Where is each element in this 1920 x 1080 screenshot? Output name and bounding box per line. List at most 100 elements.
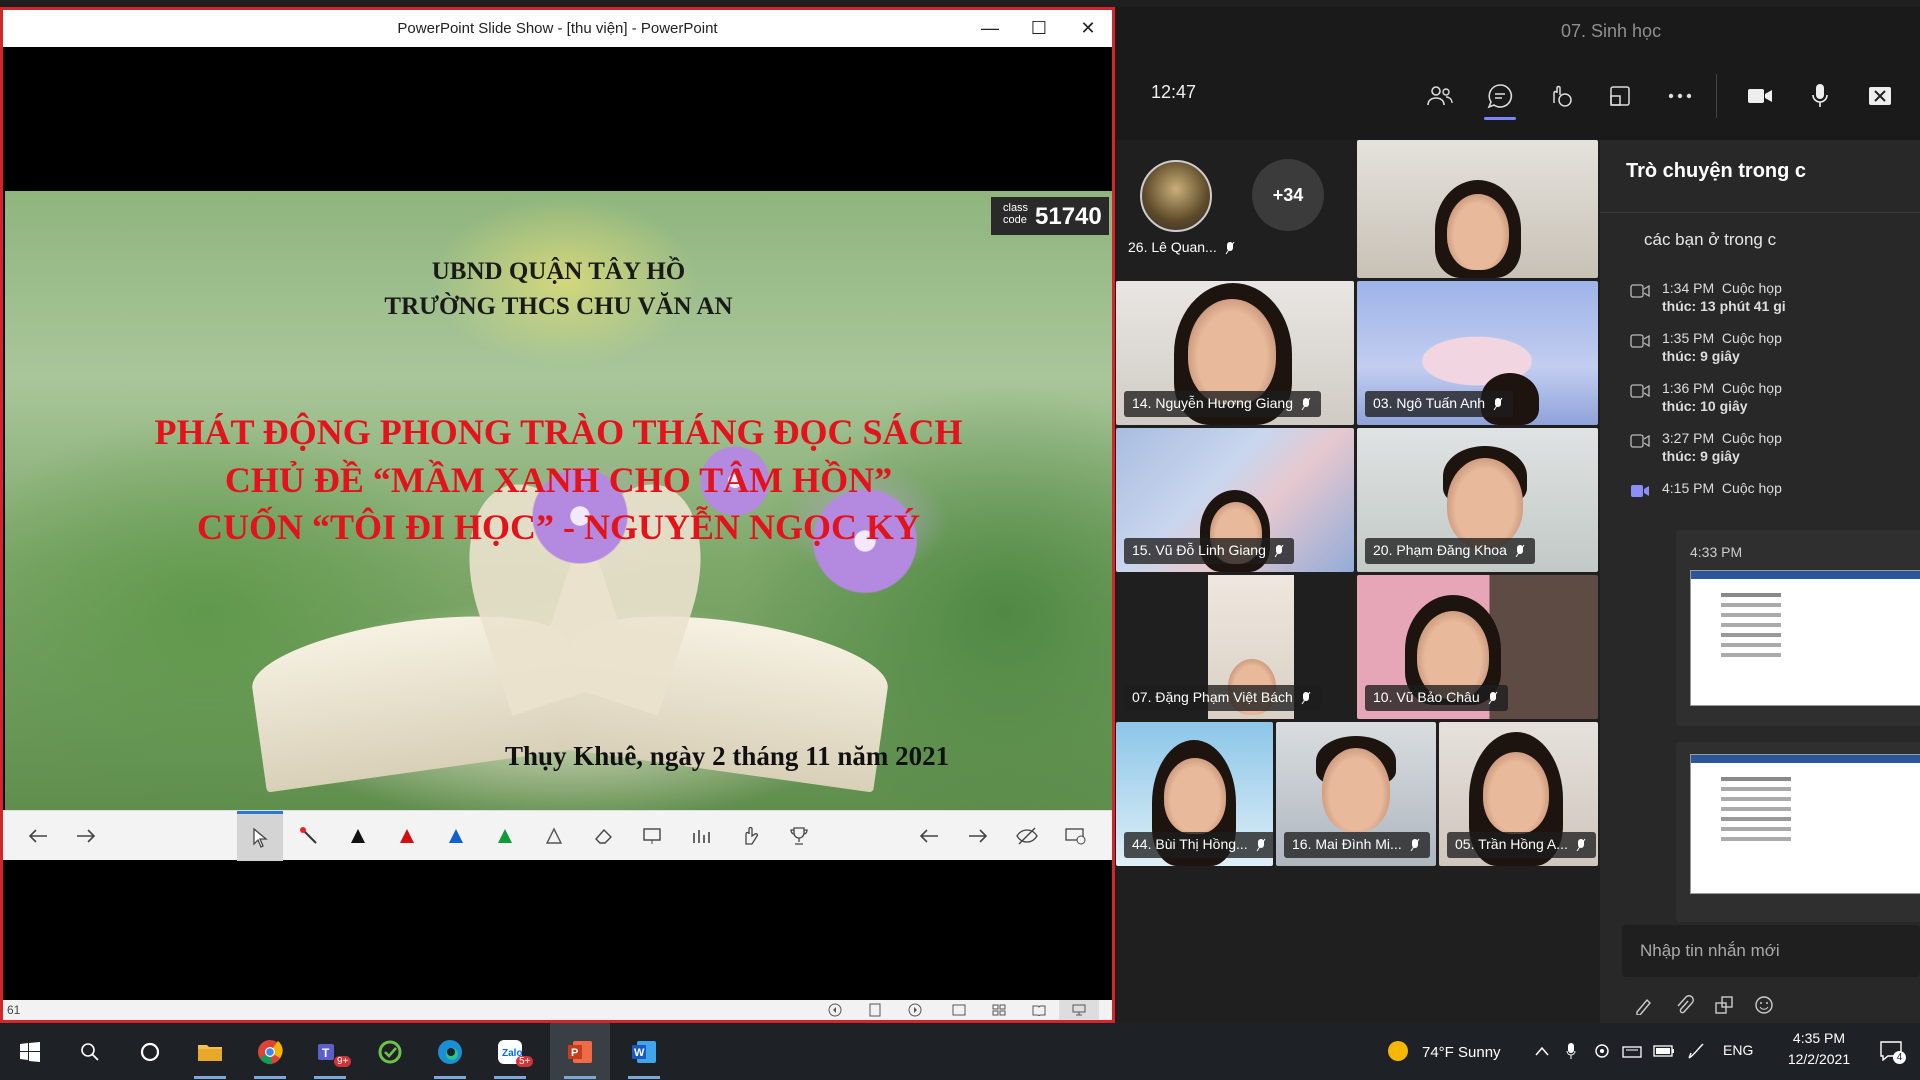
taskbar-edge[interactable]: [420, 1023, 480, 1080]
webcam-icon: [1595, 1044, 1609, 1058]
status-notes-button[interactable]: [855, 1000, 895, 1020]
slideshow-view-button[interactable]: [1059, 1000, 1099, 1020]
video-tile[interactable]: 14. Nguyễn Hương Giang: [1116, 281, 1354, 425]
screenshot-thumbnail[interactable]: [1690, 754, 1920, 894]
tray-mic[interactable]: [1562, 1039, 1580, 1063]
breakout-rooms-button[interactable]: [1594, 70, 1646, 122]
tray-pen[interactable]: [1684, 1039, 1708, 1063]
laser-pointer-button[interactable]: [286, 811, 332, 861]
message-input[interactable]: Nhập tin nhắn mới: [1622, 925, 1920, 977]
notifications-button[interactable]: 4: [1876, 1038, 1906, 1064]
previous-slide-button[interactable]: [15, 811, 61, 861]
language-indicator[interactable]: ENG: [1723, 1042, 1753, 1058]
chat-message-bubble[interactable]: [1676, 742, 1920, 922]
meeting-event: 1:36 PM Cuộc họp thúc: 10 giây: [1630, 380, 1920, 422]
clock[interactable]: 4:35 PM 12/2/2021: [1778, 1028, 1860, 1070]
highlighter-button[interactable]: [531, 811, 577, 861]
more-actions-button[interactable]: [1654, 70, 1706, 122]
windows-taskbar: T 9+ Zalo 5+ P W 74°F Sunny ENG 4:35 PM 12/…: [0, 1023, 1920, 1080]
format-button[interactable]: [1624, 988, 1664, 1022]
trophy-button[interactable]: [776, 811, 822, 861]
attach-button[interactable]: [1664, 988, 1704, 1022]
slide-canvas[interactable]: UBND QUẬN TÂY HỒ TRƯỜNG THCS CHU VĂN AN …: [5, 191, 1112, 811]
video-tile[interactable]: 03. Ngô Tuấn Anh: [1357, 281, 1598, 425]
share-tray-button[interactable]: [1854, 70, 1906, 122]
pen-black-button[interactable]: [335, 811, 381, 861]
teams-notification-badge: 9+: [334, 1056, 352, 1067]
more-participants-count[interactable]: +34: [1252, 159, 1324, 231]
taskbar-zalo[interactable]: Zalo 5+: [480, 1023, 540, 1080]
powerpoint-window: PowerPoint Slide Show - [thu viện] - Pow…: [0, 7, 1115, 1023]
next-slide-button[interactable]: [63, 811, 109, 861]
event-time: 1:35 PM Cuộc họp: [1662, 330, 1782, 346]
tray-network[interactable]: [1620, 1039, 1644, 1063]
search-button[interactable]: [60, 1023, 120, 1080]
video-tile[interactable]: 07. Đặng Phạm Việt Bách: [1116, 575, 1354, 719]
message-input-placeholder: Nhập tin nhắn mới: [1640, 941, 1780, 960]
powerpoint-status-bar: 61: [3, 1000, 1112, 1020]
screenshot-thumbnail[interactable]: [1690, 570, 1920, 706]
video-tile[interactable]: 20. Phạm Đăng Khoa: [1357, 428, 1598, 572]
class-code-value: 51740: [1035, 203, 1102, 230]
video-tile[interactable]: 05. Trần Hồng A...: [1439, 722, 1598, 866]
start-button[interactable]: [0, 1023, 60, 1080]
taskbar-word[interactable]: W: [614, 1023, 674, 1080]
reading-view-button[interactable]: [1019, 1000, 1059, 1020]
powerpoint-icon: P: [568, 1040, 592, 1063]
loop-button[interactable]: [1704, 988, 1744, 1022]
hand-reaction-icon: [1553, 85, 1572, 107]
roster-tile[interactable]: 26. Lê Quan... +34: [1116, 140, 1354, 278]
video-tile[interactable]: 10. Vũ Bảo Châu: [1357, 575, 1598, 719]
hand-tool-button[interactable]: [727, 811, 773, 861]
taskbar-file-explorer[interactable]: [180, 1023, 240, 1080]
camera-icon: [1748, 89, 1772, 103]
mic-off-icon: [1488, 691, 1498, 705]
sorter-view-button[interactable]: [979, 1000, 1019, 1020]
video-tile[interactable]: 44. Bùi Thị Hồng...: [1116, 722, 1273, 866]
meeting-title: 07. Sinh học: [1561, 21, 1662, 41]
eraser-button[interactable]: [580, 811, 626, 861]
pen-green-button[interactable]: [482, 811, 528, 861]
participants-button[interactable]: [1414, 70, 1466, 122]
camera-button[interactable]: [1734, 70, 1786, 122]
taskbar-app[interactable]: [360, 1023, 420, 1080]
tray-camera[interactable]: [1592, 1039, 1612, 1063]
maximize-button[interactable]: ☐: [1015, 10, 1063, 47]
cortana-button[interactable]: [120, 1023, 180, 1080]
status-prev-button[interactable]: [815, 1000, 855, 1020]
status-next-button[interactable]: [895, 1000, 935, 1020]
taskbar-chrome[interactable]: [240, 1023, 300, 1080]
back-button[interactable]: [906, 811, 952, 861]
hide-button[interactable]: [1004, 811, 1050, 861]
video-tile[interactable]: 15. Vũ Đỗ Linh Giang: [1116, 428, 1354, 572]
pen-red-button[interactable]: [384, 811, 430, 861]
weather-widget[interactable]: 74°F Sunny: [1388, 1041, 1501, 1061]
screen-button[interactable]: [629, 811, 675, 861]
emoji-button[interactable]: [1744, 988, 1784, 1022]
pointer-tool-button[interactable]: [237, 811, 283, 861]
microphone-button[interactable]: [1794, 70, 1846, 122]
show-hidden-icons-button[interactable]: [1532, 1041, 1552, 1061]
normal-view-button[interactable]: [939, 1000, 979, 1020]
participant-face: [1447, 194, 1509, 270]
tray-battery[interactable]: [1652, 1039, 1676, 1063]
participant-name: 14. Nguyễn Hương Giang: [1124, 391, 1321, 417]
close-button[interactable]: ✕: [1064, 10, 1112, 47]
chart-button[interactable]: [678, 811, 724, 861]
chat-button[interactable]: [1474, 70, 1526, 122]
video-tile[interactable]: [1357, 140, 1598, 278]
forward-button[interactable]: [955, 811, 1001, 861]
taskbar-teams[interactable]: T 9+: [300, 1023, 360, 1080]
video-call-icon: [1630, 434, 1650, 448]
chat-message-bubble[interactable]: 4:33 PM: [1676, 530, 1920, 726]
end-show-button[interactable]: [1053, 811, 1099, 861]
video-tile[interactable]: 16. Mai Đình Mi...: [1276, 722, 1436, 866]
arrow-right-icon: [77, 829, 96, 843]
minimize-button[interactable]: —: [966, 10, 1014, 47]
folder-icon: [198, 1044, 222, 1061]
reactions-button[interactable]: [1534, 70, 1586, 122]
arrow-right-icon: [969, 829, 988, 843]
event-duration: thúc: 13 phút 41 gi: [1662, 298, 1786, 314]
taskbar-powerpoint[interactable]: P: [550, 1023, 610, 1080]
pen-blue-button[interactable]: [433, 811, 479, 861]
